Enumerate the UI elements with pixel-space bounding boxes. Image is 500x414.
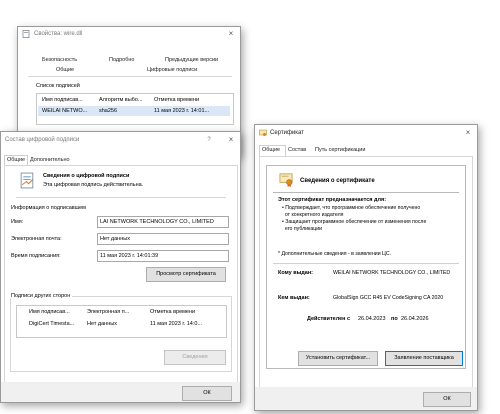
certificate-info-panel: Сведения о сертификате Этот сертификат п… bbox=[266, 165, 466, 369]
signing-time-label: Время подписания: bbox=[11, 253, 61, 259]
valid-to-value: 26.04.2026 bbox=[401, 316, 429, 322]
ok-button[interactable]: ОК bbox=[182, 386, 232, 401]
tab-divider bbox=[28, 76, 232, 77]
tab-previous-versions[interactable]: Предыдущие версии bbox=[165, 57, 218, 63]
purpose-line-1: • Подтверждает, что программное обеспече… bbox=[282, 205, 421, 211]
signature-details-title: Состав цифровой подписи bbox=[5, 137, 80, 143]
info-heading: Сведения о цифровой подписи bbox=[43, 173, 130, 179]
tab-security[interactable]: Безопасность bbox=[42, 57, 77, 63]
email-field[interactable]: Нет данных bbox=[97, 233, 229, 245]
tab-digital-signatures[interactable]: Цифровые подписи bbox=[147, 67, 197, 73]
row-algorithm: sha256 bbox=[99, 108, 118, 114]
name-field[interactable]: LAI NETWORK TECHNOLOGY CO., LIMITED bbox=[97, 216, 229, 228]
valid-from-value: 26.04.2023 bbox=[358, 316, 386, 322]
properties-title: Свойства: wire.dll bbox=[34, 31, 83, 37]
countersignatures-label: Подписи других сторон bbox=[9, 293, 73, 299]
issued-to-label: Кому выдан: bbox=[278, 270, 314, 276]
signature-document-icon bbox=[20, 172, 34, 189]
close-icon[interactable]: × bbox=[226, 29, 236, 39]
certificate-heading: Сведения о сертификате bbox=[300, 178, 375, 184]
purpose-line-2: от конкретного издателя bbox=[282, 212, 344, 218]
tab-advanced[interactable]: Дополнительно bbox=[30, 157, 70, 163]
column-header-email[interactable]: Электронная п... bbox=[87, 309, 147, 315]
countersignature-list[interactable]: Имя подписав... Электронная п... Отметка… bbox=[16, 305, 227, 338]
email-label: Электронная почта: bbox=[11, 236, 62, 242]
tab-general[interactable]: Общие bbox=[7, 157, 25, 163]
valid-from-label: Действителен с bbox=[307, 316, 351, 322]
certificate-title: Сертификат bbox=[270, 130, 304, 136]
row-signer[interactable]: DigiCert Timesta... bbox=[29, 321, 83, 327]
signature-details-dialog: Состав цифровой подписи ? × Общие Дополн… bbox=[0, 131, 241, 403]
heading-divider bbox=[273, 192, 459, 193]
help-icon[interactable]: ? bbox=[204, 135, 214, 145]
view-certificate-button[interactable]: Просмотр сертификата bbox=[146, 267, 226, 282]
purpose-line-3: • Защищает программное обеспечение от из… bbox=[282, 219, 427, 225]
column-header-signer[interactable]: Имя подписав... bbox=[29, 309, 83, 315]
tab-general[interactable]: Общие bbox=[56, 67, 74, 73]
column-header-timestamp[interactable]: Отметка времени bbox=[154, 97, 224, 103]
row-timestamp[interactable]: 11 мая 2023 г. 14:0... bbox=[150, 321, 224, 327]
valid-to-label: по bbox=[391, 316, 398, 322]
file-icon bbox=[22, 30, 30, 38]
row-timestamp: 11 мая 2023 г. 14:01... bbox=[154, 108, 210, 114]
purpose-heading: Этот сертификат предназначается для: bbox=[278, 197, 387, 203]
install-certificate-button[interactable]: Установить сертификат... bbox=[298, 351, 378, 366]
name-label: Имя: bbox=[11, 219, 24, 225]
properties-titlebar: Свойства: wire.dll × bbox=[18, 27, 240, 41]
column-header-signer[interactable]: Имя подписав... bbox=[42, 97, 96, 103]
info-panel: Сведения о цифровой подписи Эта цифровая… bbox=[16, 170, 226, 198]
issuer-statement-button[interactable]: Заявление поставщика bbox=[385, 351, 463, 366]
signature-list[interactable]: Имя подписав... Алгоритм выбо... Отметка… bbox=[36, 93, 234, 125]
tab-details[interactable]: Состав bbox=[288, 147, 306, 153]
signing-time-field[interactable]: 11 мая 2023 г. 14:01:39 bbox=[97, 250, 229, 262]
tab-general[interactable]: Общие bbox=[262, 147, 280, 153]
info-text: Эта цифровая подпись действительна. bbox=[43, 182, 144, 188]
tab-certification-path[interactable]: Путь сертификации bbox=[315, 147, 365, 153]
column-header-algorithm[interactable]: Алгоритм выбо... bbox=[99, 97, 151, 103]
issued-by-value: GlobalSign GCC R45 EV CodeSigning CA 202… bbox=[333, 295, 444, 301]
tab-details[interactable]: Подробно bbox=[109, 57, 134, 63]
signature-details-titlebar: Состав цифровой подписи ? × bbox=[1, 132, 240, 148]
certificate-icon bbox=[259, 129, 267, 136]
issued-to-value: WEILAI NETWORK TECHNOLOGY CO., LIMITED bbox=[333, 270, 451, 276]
note-divider bbox=[273, 263, 459, 264]
ok-button[interactable]: ОК bbox=[423, 392, 471, 407]
details-button[interactable]: Сведения bbox=[164, 350, 226, 365]
signer-group-label: Информация о подписавшем bbox=[11, 205, 86, 211]
row-signer: WEILAI NETWO... bbox=[42, 108, 88, 114]
purpose-line-4: его публикации bbox=[282, 226, 323, 232]
certificate-badge-icon bbox=[279, 173, 293, 187]
close-icon[interactable]: × bbox=[463, 128, 473, 138]
certificate-titlebar: Сертификат × bbox=[255, 125, 477, 141]
certificate-dialog: Сертификат × Общие Состав Путь сертифика… bbox=[254, 124, 478, 411]
row-email[interactable]: Нет данных bbox=[87, 321, 147, 327]
signature-list-label: Список подписей bbox=[36, 83, 80, 89]
column-header-timestamp[interactable]: Отметка времени bbox=[150, 309, 222, 315]
close-icon[interactable]: × bbox=[226, 135, 236, 145]
issued-by-label: Кем выдан: bbox=[278, 295, 310, 301]
extra-info-note: * Дополнительные сведения - в заявлении … bbox=[278, 251, 392, 257]
